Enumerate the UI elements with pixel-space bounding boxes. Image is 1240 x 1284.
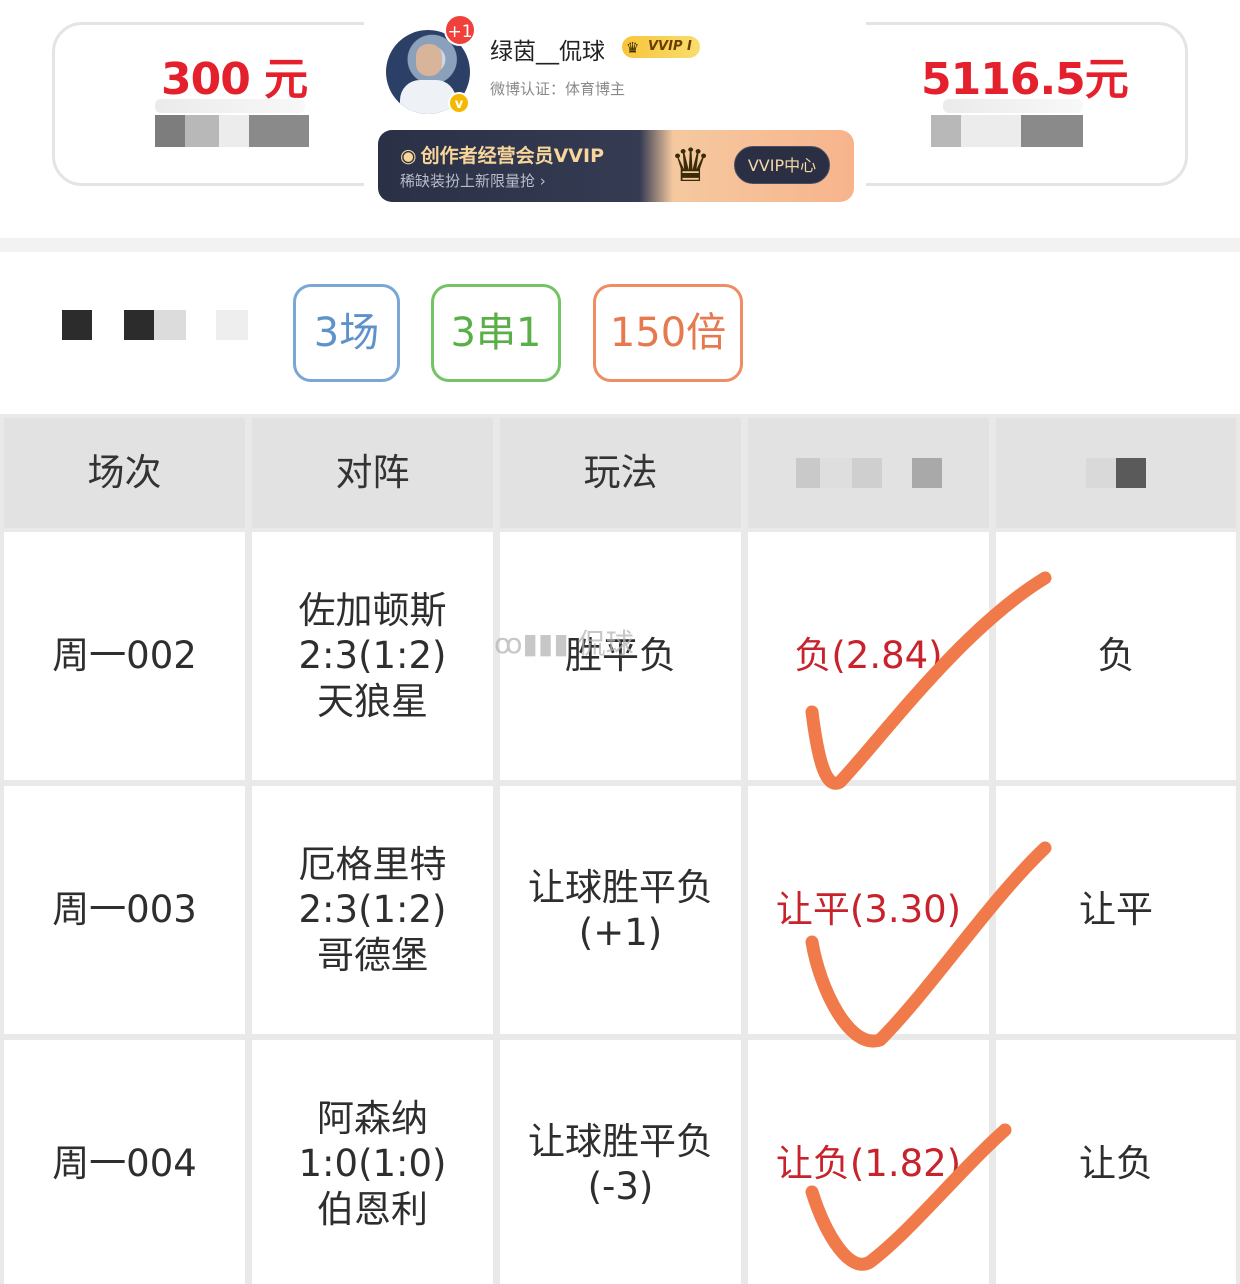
crown-icon: ♛ — [626, 39, 640, 57]
pick-odds: 让负(1.82) — [775, 1142, 962, 1186]
pick-odds: 负(2.84) — [794, 634, 943, 678]
multiplier-tag: 150倍 — [593, 284, 743, 382]
score: 2:3(1:2) — [298, 634, 447, 678]
pick-cell: 让负(1.82) — [748, 1040, 989, 1284]
banner-title: ◉ 创作者经营会员VVIP — [400, 145, 604, 167]
vvip-badge[interactable]: ♛ VVIP I — [622, 36, 700, 58]
weibo-watermark: ꝏ▮▮▮ 侃球 — [494, 627, 634, 660]
blurred-text — [931, 115, 1083, 147]
play-handicap: (-3) — [587, 1165, 654, 1208]
play-type-cell: 让球胜平负 (+1) — [500, 786, 741, 1034]
blurred-label — [943, 99, 1083, 113]
vvip-badge-label: VVIP I — [648, 39, 692, 54]
header-match-no: 场次 — [4, 418, 245, 528]
crown-icon: ♛ — [670, 138, 712, 192]
match-no-cell: 周一002 — [4, 532, 245, 780]
verification-text: 微博认证：体育博主 — [490, 80, 626, 98]
result-cell: 让负 — [996, 1040, 1236, 1284]
match-no-cell: 周一004 — [4, 1040, 245, 1284]
weibo-icon: ◉ — [400, 145, 417, 167]
header-pick-blurred — [748, 418, 989, 528]
home-team: 佐加顿斯 — [298, 589, 447, 633]
payout-amount: 5116.5元 — [921, 54, 1129, 105]
watermark-logo-icon: ꝏ▮▮▮ — [494, 627, 578, 660]
username[interactable]: 绿茵__侃球 — [490, 32, 605, 66]
fixture-cell: 厄格里特 2:3(1:2) 哥德堡 — [252, 786, 493, 1034]
profile-popup: +1 v 绿茵__侃球 ♛ VVIP I 微博认证：体育博主 ◉ 创作者经营会员V… — [364, 0, 866, 215]
play-handicap: (+1) — [578, 911, 663, 954]
section-divider — [0, 238, 1240, 252]
blurred-title — [62, 310, 248, 340]
header-play-type: 玩法 — [500, 418, 741, 528]
vvip-center-button[interactable]: VVIP中心 — [734, 146, 830, 184]
pick-cell: 让平(3.30) — [748, 786, 989, 1034]
score: 2:3(1:2) — [298, 888, 447, 932]
play-type: 让球胜平负 — [528, 865, 713, 909]
verified-icon: v — [448, 92, 470, 114]
blurred-label — [155, 99, 305, 113]
fixture-cell: 阿森纳 1:0(1:0) 伯恩利 — [252, 1040, 493, 1284]
matches-count-tag: 3场 — [293, 284, 400, 382]
match-no-cell: 周一003 — [4, 786, 245, 1034]
away-team: 伯恩利 — [317, 1187, 428, 1231]
header-result-blurred — [996, 418, 1236, 528]
away-team: 哥德堡 — [317, 933, 428, 977]
play-type: 让球胜平负 — [528, 1119, 713, 1163]
blurred-text — [155, 115, 309, 147]
parlay-type-tag: 3串1 — [431, 284, 561, 382]
bet-table: 场次 对阵 玩法 周一002 佐加顿斯 2:3(1:2) 天狼星 胜平负 负(2… — [0, 414, 1240, 1284]
home-team: 阿森纳 — [317, 1097, 428, 1141]
notification-badge: +1 — [444, 14, 476, 46]
result-cell: 让平 — [996, 786, 1236, 1034]
score: 1:0(1:0) — [298, 1142, 447, 1186]
banner-subtitle: 稀缺装扮上新限量抢 › — [400, 172, 546, 190]
vvip-promo-banner[interactable]: ◉ 创作者经营会员VVIP 稀缺装扮上新限量抢 › ♛ VVIP中心 — [378, 130, 854, 202]
home-team: 厄格里特 — [298, 843, 447, 887]
play-type-cell: 让球胜平负 (-3) — [500, 1040, 741, 1284]
stake-amount: 300 元 — [161, 54, 308, 105]
pick-cell: 负(2.84) — [748, 532, 989, 780]
result-cell: 负 — [996, 532, 1236, 780]
fixture-cell: 佐加顿斯 2:3(1:2) 天狼星 — [252, 532, 493, 780]
away-team: 天狼星 — [317, 679, 428, 723]
pick-odds: 让平(3.30) — [775, 888, 962, 932]
header-fixture: 对阵 — [252, 418, 493, 528]
